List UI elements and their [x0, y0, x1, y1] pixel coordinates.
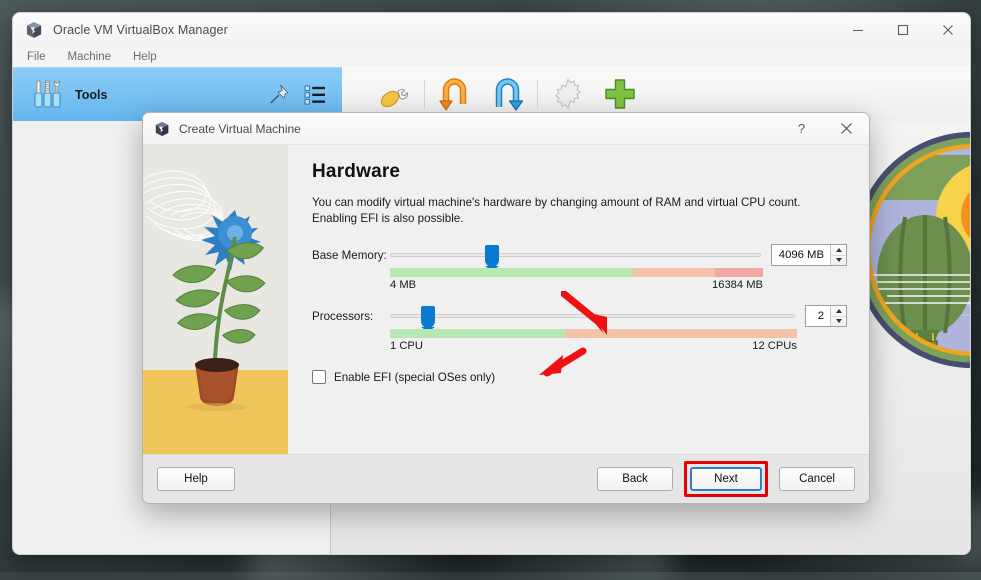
processors-max: 12 CPUs: [752, 340, 797, 352]
app-menubar: File Machine Help: [13, 47, 970, 67]
dialog-controls: ?: [779, 113, 869, 144]
processors-row: Processors: 2: [312, 305, 847, 327]
add-plus-icon[interactable]: [594, 72, 646, 116]
tools-icon: [33, 79, 63, 111]
dialog-help-button[interactable]: ?: [779, 113, 824, 144]
enable-efi-row[interactable]: Enable EFI (special OSes only): [312, 370, 847, 384]
processors-ticks: [390, 329, 797, 338]
processors-range: 1 CPU 12 CPUs: [390, 340, 797, 352]
virtualbox-logo-icon: [154, 121, 170, 137]
tick-segment: [715, 268, 763, 277]
base-memory-spinbox[interactable]: 4096 MB: [771, 244, 847, 266]
menu-machine[interactable]: Machine: [68, 51, 111, 63]
base-memory-slider[interactable]: [390, 244, 761, 266]
minimize-button[interactable]: [835, 13, 880, 47]
enable-efi-label: Enable EFI (special OSes only): [334, 371, 495, 384]
tick-segment: [390, 268, 632, 277]
dialog-main: Hardware You can modify virtual machine'…: [143, 145, 869, 455]
maximize-button[interactable]: [880, 13, 925, 47]
base-memory-step-down[interactable]: [831, 256, 846, 266]
create-virtual-machine-dialog: Create Virtual Machine ?: [142, 112, 870, 504]
back-button[interactable]: Back: [597, 467, 673, 491]
virtualbox-logo-icon: [25, 21, 43, 39]
processors-value[interactable]: 2: [806, 306, 830, 326]
dialog-title: Create Virtual Machine: [179, 122, 301, 136]
processors-groove: [390, 314, 795, 318]
dialog-footer: Help Back Next Cancel: [143, 454, 869, 503]
help-button[interactable]: Help: [157, 467, 235, 491]
dialog-titlebar: Create Virtual Machine ?: [143, 113, 869, 145]
tools-label: Tools: [75, 88, 107, 102]
tools-chip-actions: [268, 84, 326, 106]
base-memory-groove: [390, 253, 761, 257]
processors-min: 1 CPU: [390, 340, 423, 352]
cancel-button[interactable]: Cancel: [779, 467, 855, 491]
base-memory-row: Base Memory: 4096 MB: [312, 244, 847, 266]
tick-segment: [565, 329, 797, 338]
dialog-illustration: [143, 145, 288, 455]
footer-actions: Back Next Cancel: [597, 461, 855, 497]
base-memory-max: 16384 MB: [712, 279, 763, 291]
processors-handle[interactable]: [421, 306, 435, 328]
list-view-icon[interactable]: [304, 85, 326, 105]
window-controls: [835, 13, 970, 47]
next-button-highlight: Next: [684, 461, 768, 497]
new-star-icon[interactable]: [542, 72, 594, 116]
virtualbox-manager-window: Oracle VM VirtualBox Manager File Machin…: [12, 12, 971, 555]
base-memory-stepper[interactable]: [830, 245, 846, 265]
tick-segment: [632, 268, 714, 277]
base-memory-min: 4 MB: [390, 279, 416, 291]
preferences-icon[interactable]: [368, 72, 420, 116]
menu-file[interactable]: File: [27, 51, 46, 63]
app-titlebar: Oracle VM VirtualBox Manager: [13, 13, 970, 47]
processors-slider[interactable]: [390, 305, 795, 327]
page-title: Hardware: [312, 161, 847, 183]
base-memory-value[interactable]: 4096 MB: [772, 245, 830, 265]
base-memory-handle[interactable]: [485, 245, 499, 267]
processors-stepper[interactable]: [830, 306, 846, 326]
processors-label: Processors:: [312, 310, 390, 323]
base-memory-range: 4 MB 16384 MB: [390, 279, 763, 291]
processors-spinbox[interactable]: 2: [805, 305, 847, 327]
import-appliance-icon[interactable]: [429, 72, 481, 116]
dialog-close-button[interactable]: [824, 113, 869, 144]
toolbar-separator: [537, 80, 538, 108]
processors-step-down[interactable]: [831, 317, 846, 327]
dialog-content-pane: Hardware You can modify virtual machine'…: [288, 145, 869, 455]
menu-help[interactable]: Help: [133, 51, 157, 63]
close-button[interactable]: [925, 13, 970, 47]
app-title: Oracle VM VirtualBox Manager: [53, 23, 228, 37]
next-button[interactable]: Next: [690, 467, 762, 491]
tick-segment: [390, 329, 565, 338]
enable-efi-checkbox[interactable]: [312, 370, 326, 384]
base-memory-step-up[interactable]: [831, 245, 846, 256]
base-memory-ticks: [390, 268, 763, 277]
base-memory-label: Base Memory:: [312, 249, 390, 262]
processors-step-up[interactable]: [831, 306, 846, 317]
toolbar-separator: [424, 80, 425, 108]
page-description: You can modify virtual machine's hardwar…: [312, 195, 847, 226]
export-appliance-icon[interactable]: [481, 72, 533, 116]
pin-icon[interactable]: [268, 84, 290, 106]
